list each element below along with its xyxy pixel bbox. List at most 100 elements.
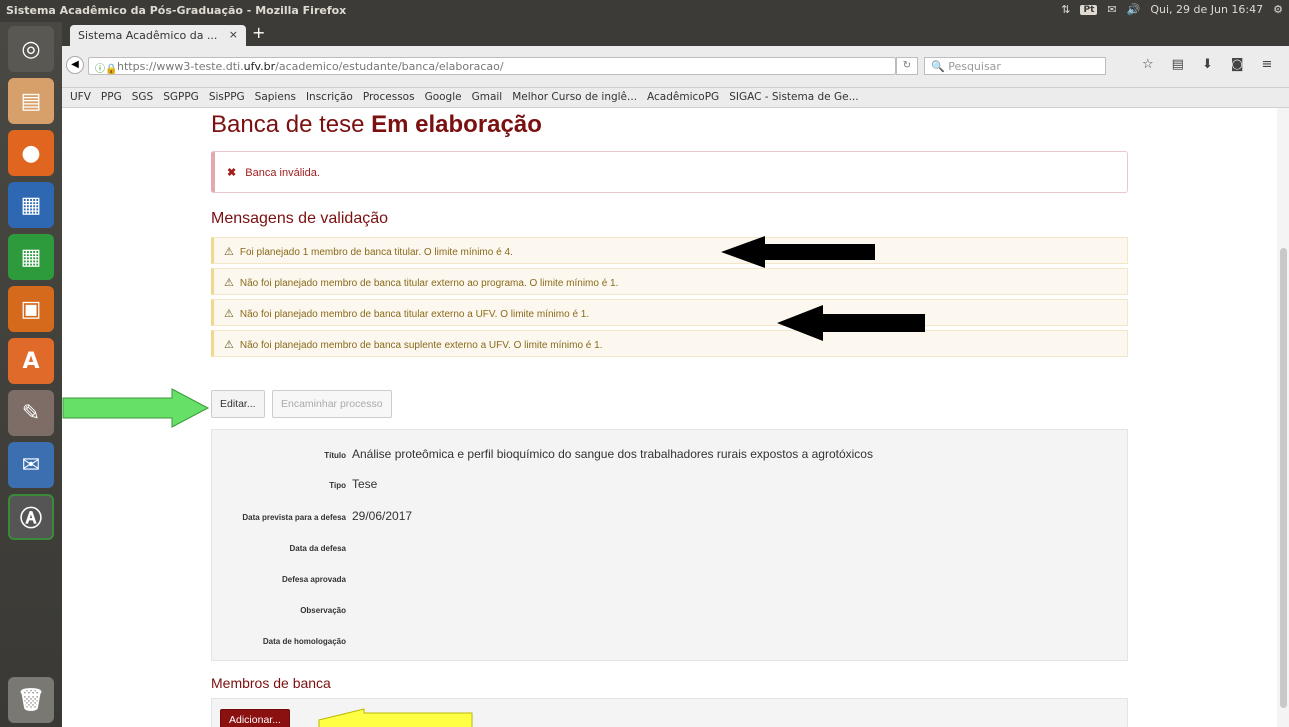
error-icon: ✖ (227, 167, 237, 179)
black-arrow-1 (721, 236, 875, 268)
keyboard-layout-badge[interactable]: Pt (1080, 4, 1098, 15)
warning-icon: ⚠ (224, 308, 234, 320)
bookmark-item[interactable]: SGS (132, 91, 153, 104)
detail-row-planned-date: Data prevista para a defesa 29/06/2017 (212, 509, 1129, 529)
scrollbar-thumb[interactable] (1280, 248, 1287, 708)
bookmark-item[interactable]: PPG (101, 91, 122, 104)
warning-item: ⚠ Não foi planejado membro de banca suple… (211, 330, 1128, 357)
mail-icon[interactable]: ✉ (1107, 3, 1116, 16)
top-panel: Sistema Acadêmico da Pós-Graduação - Moz… (0, 0, 1289, 22)
url-domain: ufv.br (243, 60, 276, 73)
detail-row-observation: Observação (212, 602, 1129, 622)
detail-value: Análise proteômica e perfil bioquímico d… (352, 447, 873, 461)
new-tab-button[interactable]: + (252, 23, 265, 42)
detail-label: Tipo (329, 481, 346, 490)
tab-strip: Sistema Acadêmico da ... × + (62, 22, 1289, 46)
warning-item: ⚠ Não foi planejado membro de banca titul… (211, 268, 1128, 295)
detail-row-type: Tipo Tese (212, 477, 1129, 497)
page-title: Banca de tese Em elaboração (211, 111, 542, 139)
detail-label: Título (324, 451, 346, 460)
calc-icon[interactable]: ▦ (8, 234, 54, 280)
gear-icon[interactable]: ⚙ (1273, 3, 1283, 16)
pocket-icon[interactable]: ◙ (1231, 57, 1244, 72)
warning-text: Não foi planejado membro de banca titula… (239, 278, 619, 289)
detail-value: 29/06/2017 (352, 509, 413, 523)
warning-icon: ⚠ (224, 339, 234, 351)
thunderbird-icon[interactable]: ✉ (8, 442, 54, 488)
bookmarks-bar: UFV PPG SGS SGPPG SisPPG Sapiens Inscriç… (62, 88, 1289, 108)
update-icon[interactable]: Ⓐ (8, 494, 54, 540)
edit-button[interactable]: Editar... (211, 390, 265, 418)
bookmark-item[interactable]: Melhor Curso de inglê... (512, 91, 637, 104)
error-alert: ✖ Banca inválida. (211, 151, 1128, 193)
network-icon[interactable]: ⇅ (1061, 3, 1070, 16)
search-placeholder: Pesquisar (948, 60, 1001, 73)
clock[interactable]: Qui, 29 de Jun 16:47 (1150, 3, 1263, 16)
url-prefix: https://www3-teste.dti. (117, 60, 244, 73)
bookmark-item[interactable]: UFV (70, 91, 91, 104)
bookmark-item[interactable]: SisPPG (209, 91, 245, 104)
green-arrow (62, 388, 210, 428)
clipboard-icon[interactable]: ▤ (1172, 57, 1184, 72)
members-heading: Membros de banca (211, 675, 331, 691)
files-icon[interactable]: ▤ (8, 78, 54, 124)
software-center-icon[interactable]: A (8, 338, 54, 384)
ubuntu-dash-icon[interactable]: ◎ (8, 26, 54, 72)
lock-icon: ⓘ🔒 (95, 64, 118, 75)
detail-label: Data prevista para a defesa (242, 513, 346, 522)
bookmark-item[interactable]: SGPPG (163, 91, 199, 104)
trash-icon[interactable]: 🗑 (8, 677, 54, 723)
bookmark-item[interactable]: Processos (363, 91, 415, 104)
page-title-prefix: Banca de tese (211, 111, 365, 138)
url-bar[interactable]: ⓘ🔒 https://www3-teste.dti.ufv.br/academi… (88, 57, 896, 75)
warning-text: Foi planejado 1 membro de banca titular.… (239, 247, 513, 258)
bookmark-item[interactable]: SIGAC - Sistema de Ge... (729, 91, 858, 104)
bookmark-item[interactable]: AcadêmicoPG (647, 91, 719, 104)
warning-icon: ⚠ (224, 277, 234, 289)
impress-icon[interactable]: ▣ (8, 286, 54, 332)
volume-icon[interactable]: 🔊 (1127, 3, 1141, 16)
validation-heading: Mensagens de validação (211, 210, 389, 227)
bookmark-item[interactable]: Google (425, 91, 462, 104)
menu-icon[interactable]: ≡ (1261, 57, 1272, 72)
search-input[interactable]: 🔍 Pesquisar (924, 57, 1106, 75)
detail-label: Data de homologação (262, 637, 346, 646)
bookmark-item[interactable]: Sapiens (255, 91, 296, 104)
back-button[interactable]: ◀ (66, 56, 84, 74)
detail-label: Observação (300, 606, 346, 615)
search-icon: 🔍 (931, 60, 945, 73)
warning-text: Não foi planejado membro de banca suplen… (239, 340, 603, 351)
download-icon[interactable]: ⬇ (1202, 57, 1213, 72)
detail-value: Tese (352, 477, 378, 491)
settings-icon[interactable]: ✎ (8, 390, 54, 436)
close-icon[interactable]: × (229, 28, 238, 41)
system-tray: ⇅ Pt ✉ 🔊 Qui, 29 de Jun 16:47 ⚙ (1061, 3, 1283, 16)
warning-text: Não foi planejado membro de banca titula… (239, 309, 590, 320)
writer-icon[interactable]: ▦ (8, 182, 54, 228)
scrollbar[interactable] (1277, 108, 1289, 727)
detail-row-approved: Defesa aprovada (212, 571, 1129, 591)
nav-bar: ◀ ⓘ🔒 https://www3-teste.dti.ufv.br/acade… (62, 46, 1289, 88)
warning-item: ⚠ Não foi planejado membro de banca titul… (211, 299, 1128, 326)
add-member-button[interactable]: Adicionar... (220, 709, 290, 727)
browser-tab[interactable]: Sistema Acadêmico da ... × (70, 25, 246, 46)
bookmark-item[interactable]: Gmail (472, 91, 503, 104)
bookmark-item[interactable]: Inscrição (306, 91, 353, 104)
yellow-arrow (318, 708, 473, 727)
firefox-icon[interactable]: ● (8, 130, 54, 176)
tab-title: Sistema Acadêmico da ... (78, 29, 218, 42)
black-arrow-2 (777, 305, 925, 341)
detail-row-homologation-date: Data de homologação (212, 633, 1129, 653)
warning-item: ⚠ Foi planejado 1 membro de banca titular… (211, 237, 1128, 264)
error-text: Banca inválida. (245, 167, 320, 179)
reload-button[interactable]: ↻ (896, 57, 918, 75)
star-icon[interactable]: ☆ (1142, 57, 1154, 72)
forward-process-button[interactable]: Encaminhar processo (272, 390, 392, 418)
launcher: ◎ ▤ ● ▦ ▦ ▣ A ✎ ✉ Ⓐ 🗑 (0, 22, 62, 727)
page-content: Banca de tese Em elaboração ✖ Banca invá… (62, 108, 1289, 727)
warning-icon: ⚠ (224, 246, 234, 258)
detail-row-defense-date: Data da defesa (212, 540, 1129, 560)
details-panel: Título Análise proteômica e perfil bioqu… (211, 429, 1128, 661)
detail-label: Defesa aprovada (281, 575, 346, 584)
url-path: /academico/estudante/banca/elaboracao/ (275, 60, 504, 73)
